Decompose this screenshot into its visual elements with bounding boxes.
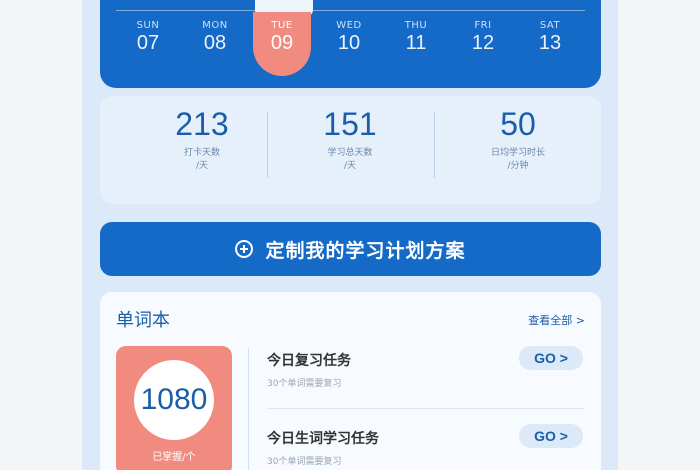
stat-checkin-days: 213 打卡天数 /天 <box>132 106 272 173</box>
mastered-count-label: 已掌握/个 <box>152 452 196 463</box>
stat-divider <box>267 112 268 178</box>
stat-unit: /天 <box>195 161 209 171</box>
day-name: SUN <box>136 20 160 31</box>
mastered-count: 1080 <box>140 383 208 416</box>
stat-label-text: 打卡天数 <box>183 148 220 158</box>
stat-label-text: 日均学习时长 <box>490 148 545 158</box>
stats-card: 213 打卡天数 /天 151 学习总天数 /天 50 日均学习时长 /分钟 <box>100 96 601 204</box>
new-words-go-button[interactable]: GO > <box>519 424 583 448</box>
day-date: 11 <box>405 32 427 54</box>
task-divider <box>267 408 585 409</box>
day-wed[interactable]: WED 10 <box>319 20 379 55</box>
day-name: SAT <box>539 20 561 31</box>
calendar-divider <box>116 10 585 11</box>
stat-value: 213 <box>175 106 229 142</box>
task-subtitle: 30个单词需要复习 <box>267 379 342 389</box>
stat-unit: /分钟 <box>507 161 529 171</box>
day-date: 08 <box>203 32 227 54</box>
week-calendar: SUN 07 MON 08 TUE 09 WED 10 THU 11 FRI 1… <box>100 0 601 88</box>
day-date: 10 <box>337 32 361 54</box>
day-thu[interactable]: THU 11 <box>386 20 446 55</box>
day-mon[interactable]: MON 08 <box>185 20 245 55</box>
day-date: 13 <box>538 32 562 54</box>
stat-daily-minutes: 50 日均学习时长 /分钟 <box>448 106 588 173</box>
vocabulary-title: 单词本 <box>116 310 170 331</box>
vertical-divider <box>248 348 249 470</box>
day-date: 09 <box>270 32 294 54</box>
task-subtitle: 30个单词需要复习 <box>267 457 342 467</box>
day-name: FRI <box>474 20 492 31</box>
day-sun[interactable]: SUN 07 <box>118 20 178 55</box>
custom-plan-label: 定制我的学习计划方案 <box>265 239 466 262</box>
day-name: WED <box>336 20 362 31</box>
day-name: MON <box>202 20 228 31</box>
review-go-button[interactable]: GO > <box>519 346 583 370</box>
stat-divider <box>434 112 435 178</box>
vocabulary-card: 单词本 查看全部 > 1080 已掌握/个 今日复习任务 30个单词需要复习 G… <box>100 292 601 470</box>
stat-value: 50 <box>500 106 536 142</box>
day-sat[interactable]: SAT 13 <box>520 20 580 55</box>
stat-label: 日均学习时长 /分钟 <box>448 147 588 173</box>
day-name: TUE <box>271 20 293 31</box>
stat-label-text: 学习总天数 <box>327 148 373 158</box>
view-all-link[interactable]: 查看全部 > <box>528 312 585 328</box>
count-circle: 1080 <box>134 360 214 440</box>
plus-circle-icon <box>235 240 254 258</box>
day-tue-selected[interactable]: TUE 09 <box>252 12 312 76</box>
day-name: THU <box>404 20 428 31</box>
mastered-count-box: 1080 已掌握/个 <box>116 346 232 470</box>
day-date: 12 <box>471 32 495 54</box>
stat-value: 151 <box>323 106 377 142</box>
app-screen: SUN 07 MON 08 TUE 09 WED 10 THU 11 FRI 1… <box>82 0 618 470</box>
stat-label: 学习总天数 /天 <box>280 147 420 173</box>
stat-unit: /天 <box>343 161 357 171</box>
day-date: 07 <box>136 32 160 54</box>
day-fri[interactable]: FRI 12 <box>453 20 513 55</box>
stat-total-days: 151 学习总天数 /天 <box>280 106 420 173</box>
stat-label: 打卡天数 /天 <box>132 147 272 173</box>
custom-plan-button[interactable]: 定制我的学习计划方案 <box>100 222 601 276</box>
